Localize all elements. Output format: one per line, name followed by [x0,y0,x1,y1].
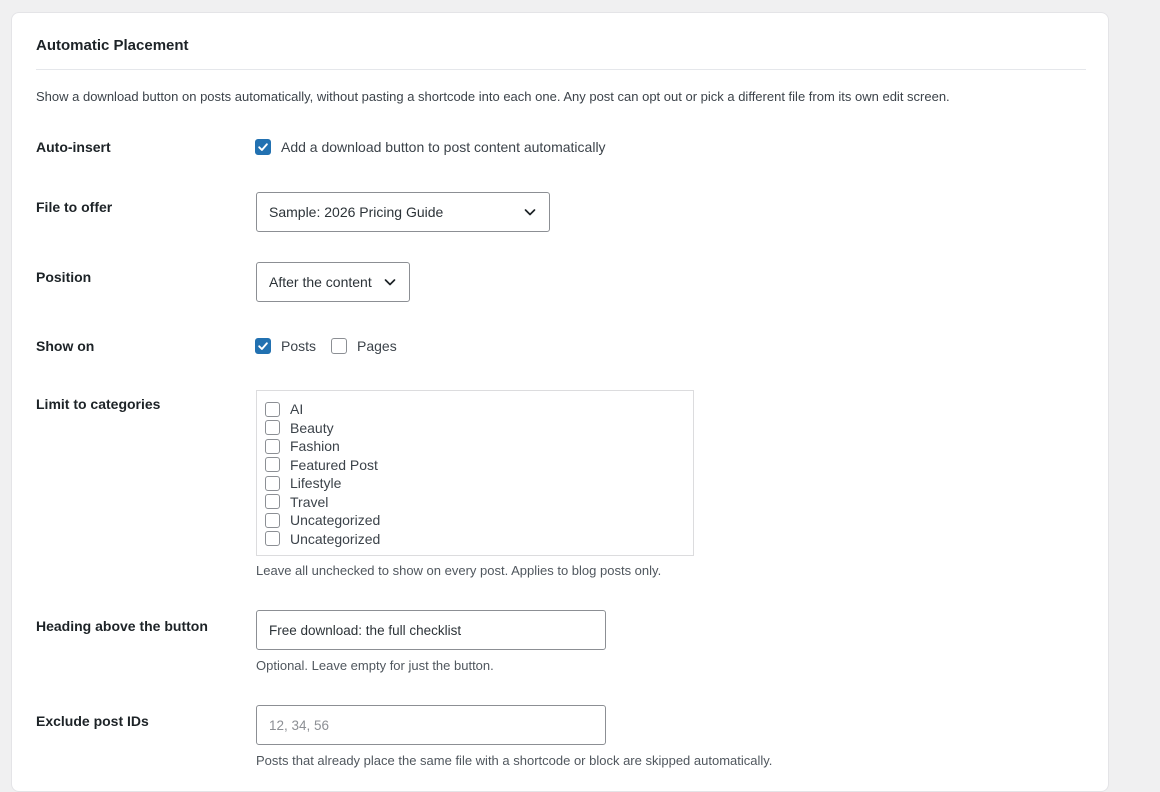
category-item-label: Lifestyle [290,475,342,492]
auto-insert-checkbox-label: Add a download button to post content au… [281,139,606,155]
position-select[interactable]: After the content [256,262,410,302]
category-item-fashion[interactable]: Fashion [265,437,693,456]
heading-input[interactable] [256,610,606,650]
exclude-label: Exclude post IDs [36,713,149,729]
heading-label: Heading above the button [36,618,208,634]
category-item-label: Uncategorized [290,512,381,529]
auto-insert-option[interactable]: Add a download button to post content au… [255,139,606,155]
category-checkbox[interactable] [265,420,280,436]
chevron-down-icon [524,209,536,216]
auto-insert-checkbox[interactable] [255,139,271,155]
heading-help-text: Optional. Leave empty for just the butto… [256,658,494,673]
category-item-label: AI [290,401,304,418]
category-item-label: Fashion [290,438,340,455]
category-checkbox[interactable] [265,512,280,528]
categories-label: Limit to categories [36,396,161,412]
show-on-posts-checkbox[interactable] [255,338,271,354]
section-title: Automatic Placement [36,37,189,54]
category-checkbox[interactable] [265,438,280,454]
show-on-pages-label: Pages [357,338,397,354]
exclude-help-text: Posts that already place the same file w… [256,753,773,768]
section-divider [36,69,1086,70]
categories-help-text: Leave all unchecked to show on every pos… [256,563,662,578]
show-on-pages-option[interactable]: Pages [331,338,397,354]
show-on-label: Show on [36,338,95,354]
show-on-pages-checkbox[interactable] [331,338,347,354]
file-to-offer-value: Sample: 2026 Pricing Guide [269,204,444,220]
category-item-label: Featured Post [290,456,378,473]
chevron-down-icon [384,279,396,286]
category-checkbox[interactable] [265,531,280,547]
auto-insert-label: Auto-insert [36,139,111,155]
file-to-offer-select[interactable]: Sample: 2026 Pricing Guide [256,192,550,232]
category-item-label: Uncategorized [290,530,381,547]
category-item-ai[interactable]: AI [265,400,693,419]
category-checkbox[interactable] [265,494,280,510]
checkmark-icon [258,143,268,151]
category-item-label: Beauty [290,419,334,436]
category-item-lifestyle[interactable]: Lifestyle [265,474,693,493]
exclude-post-ids-input[interactable] [256,705,606,745]
category-item-uncategorized-2[interactable]: Uncategorized [265,530,693,549]
show-on-posts-label: Posts [281,338,317,354]
category-checkbox[interactable] [265,457,280,473]
file-to-offer-label: File to offer [36,199,113,215]
section-description: Show a download button on posts automati… [36,89,950,104]
category-item-featured-post[interactable]: Featured Post [265,456,693,475]
checkmark-icon [258,342,268,350]
category-checkbox[interactable] [265,475,280,491]
category-item-label: Travel [290,493,329,510]
show-on-posts-option[interactable]: Posts [255,338,316,354]
category-item-travel[interactable]: Travel [265,493,693,512]
category-checklist[interactable]: AI Beauty Fashion Featured Post Lifestyl… [256,390,694,556]
category-checkbox[interactable] [265,401,280,417]
position-label: Position [36,269,92,285]
position-value: After the content [269,274,372,290]
category-item-beauty[interactable]: Beauty [265,419,693,438]
category-item-uncategorized[interactable]: Uncategorized [265,511,693,530]
settings-card: Automatic Placement Show a download butt… [11,12,1109,792]
